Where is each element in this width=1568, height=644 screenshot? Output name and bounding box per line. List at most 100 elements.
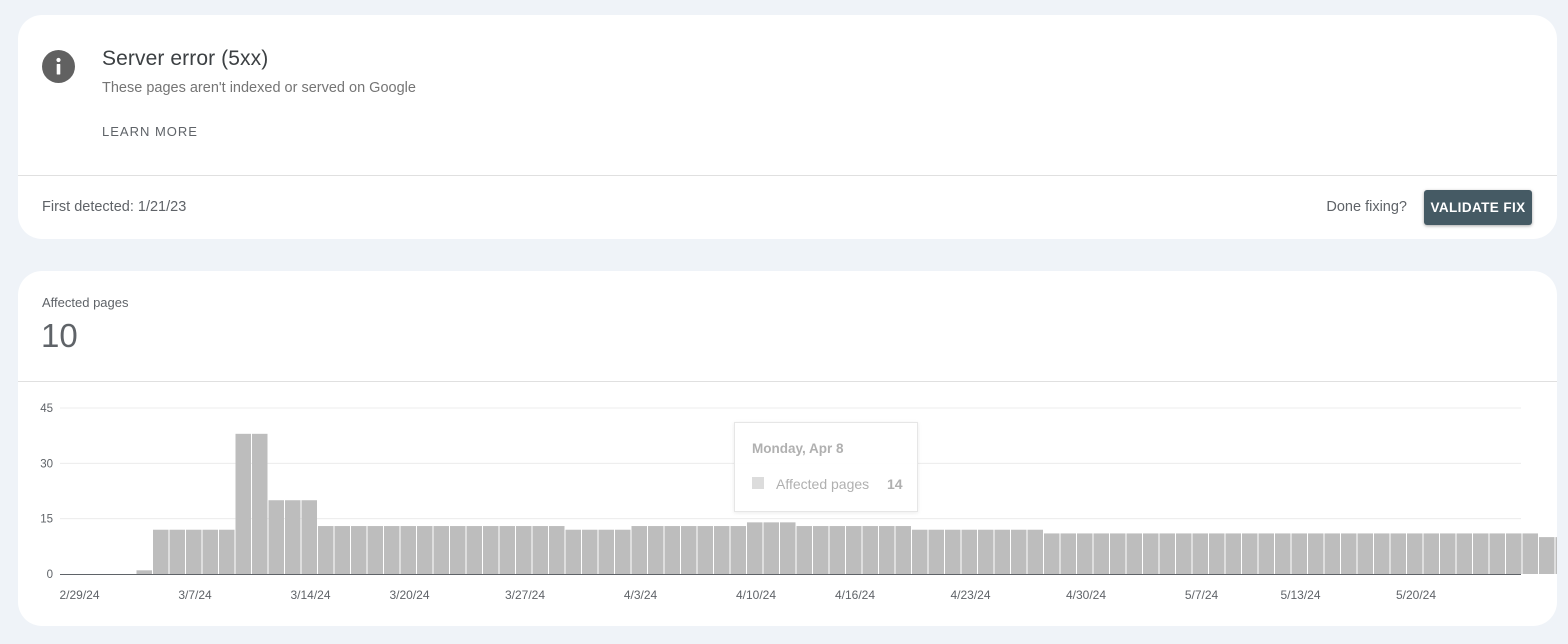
chart-bar — [1341, 533, 1357, 574]
chart-bar — [1539, 537, 1555, 574]
chart-bar — [961, 529, 977, 574]
chart-bar — [1489, 533, 1505, 574]
x-tick-label: 4/16/24 — [835, 588, 875, 602]
x-tick-label: 4/10/24 — [736, 588, 776, 602]
done-fixing-text: Done fixing? — [1326, 199, 1407, 215]
x-tick-label: 3/14/24 — [290, 588, 330, 602]
x-tick-label: 3/20/24 — [389, 588, 429, 602]
chart-bar — [1324, 533, 1340, 574]
chart-bar — [1209, 533, 1225, 574]
y-tick-label: 45 — [40, 403, 53, 415]
affected-pages-card: Affected pages 10 0 15 30 45 2/29/24 3/7/24 3/… — [18, 271, 1557, 626]
tooltip-value: 14 — [887, 476, 903, 492]
chart-bar — [730, 526, 746, 574]
chart-bar — [499, 526, 515, 574]
chart-bar — [648, 526, 664, 574]
chart-bar — [1390, 533, 1406, 574]
chart-bar — [780, 522, 796, 574]
chart-bar — [862, 526, 878, 574]
x-tick-label: 4/30/24 — [1066, 588, 1106, 602]
chart-bar — [1044, 533, 1060, 574]
chart-bar — [384, 526, 400, 574]
x-tick-label: 4/23/24 — [950, 588, 990, 602]
chart-bar — [466, 526, 482, 574]
chart-bar — [1555, 537, 1557, 574]
chart-bar — [664, 526, 680, 574]
chart-bar — [516, 526, 532, 574]
chart-bar — [136, 570, 152, 574]
chart-bar — [1110, 533, 1126, 574]
chart-bar — [1275, 533, 1291, 574]
chart-bar — [235, 433, 251, 574]
chart-bar — [1093, 533, 1109, 574]
x-tick-label: 3/7/24 — [178, 588, 212, 602]
learn-more-link[interactable]: LEARN MORE — [102, 124, 198, 139]
chart-bar — [1440, 533, 1456, 574]
chart-bar — [912, 529, 928, 574]
chart-bar — [1407, 533, 1423, 574]
tooltip-legend-swatch — [752, 477, 764, 489]
chart-bar — [1027, 529, 1043, 574]
chart-bar — [318, 526, 334, 574]
chart-bar — [202, 529, 218, 574]
chart-bar — [285, 500, 301, 574]
chart-bar — [747, 522, 763, 574]
chart-bar — [928, 529, 944, 574]
x-tick-label: 5/7/24 — [1185, 588, 1219, 602]
divider — [18, 175, 1557, 176]
chart-bar — [1126, 533, 1142, 574]
chart-bar — [598, 529, 614, 574]
x-tick-label: 5/13/24 — [1280, 588, 1320, 602]
chart-bar — [1357, 533, 1373, 574]
chart-bar — [1423, 533, 1439, 574]
chart-bar — [615, 529, 631, 574]
chart-bar — [697, 526, 713, 574]
chart-bar — [1456, 533, 1472, 574]
chart-bar — [763, 522, 779, 574]
chart-bar — [1291, 533, 1307, 574]
chart-bar — [1473, 533, 1489, 574]
chart-bar — [549, 526, 565, 574]
chart-bar — [367, 526, 383, 574]
chart-bar — [582, 529, 598, 574]
chart-bar — [631, 526, 647, 574]
chart-bar — [796, 526, 812, 574]
chart-bar — [1176, 533, 1192, 574]
issue-title: Server error (5xx) — [102, 47, 269, 70]
chart-bar — [169, 529, 185, 574]
chart-bar — [186, 529, 202, 574]
chart-bar — [400, 526, 416, 574]
chart-bar — [1159, 533, 1175, 574]
x-tick-label: 3/27/24 — [505, 588, 545, 602]
chart-bar — [433, 526, 449, 574]
first-detected-text: First detected: 1/21/23 — [42, 199, 187, 215]
chart-bar — [252, 433, 268, 574]
chart-bar — [994, 529, 1010, 574]
chart-tooltip: Monday, Apr 8 Affected pages 14 — [734, 422, 918, 512]
y-tick-label: 0 — [47, 569, 53, 581]
chart-bar — [565, 529, 581, 574]
chart-bar — [334, 526, 350, 574]
chart-bar — [351, 526, 367, 574]
chart-bar — [1060, 533, 1076, 574]
chart-bar — [681, 526, 697, 574]
chart-bar — [846, 526, 862, 574]
chart-bar — [813, 526, 829, 574]
chart-bar — [978, 529, 994, 574]
tooltip-series-label: Affected pages — [776, 476, 870, 492]
chart-bar — [945, 529, 961, 574]
y-tick-label: 15 — [40, 514, 53, 526]
chart-bar — [483, 526, 499, 574]
chart-bar — [714, 526, 730, 574]
chart-bar — [1225, 533, 1241, 574]
chart-bar — [1192, 533, 1208, 574]
chart-bar — [219, 529, 235, 574]
x-tick-label: 2/29/24 — [59, 588, 99, 602]
chart-bar — [1506, 533, 1522, 574]
chart-bar — [1242, 533, 1258, 574]
chart-bar — [879, 526, 895, 574]
validate-fix-button[interactable]: VALIDATE FIX — [1424, 190, 1532, 225]
chart-bar — [1374, 533, 1390, 574]
chart-bar — [1077, 533, 1093, 574]
chart-bar — [895, 526, 911, 574]
